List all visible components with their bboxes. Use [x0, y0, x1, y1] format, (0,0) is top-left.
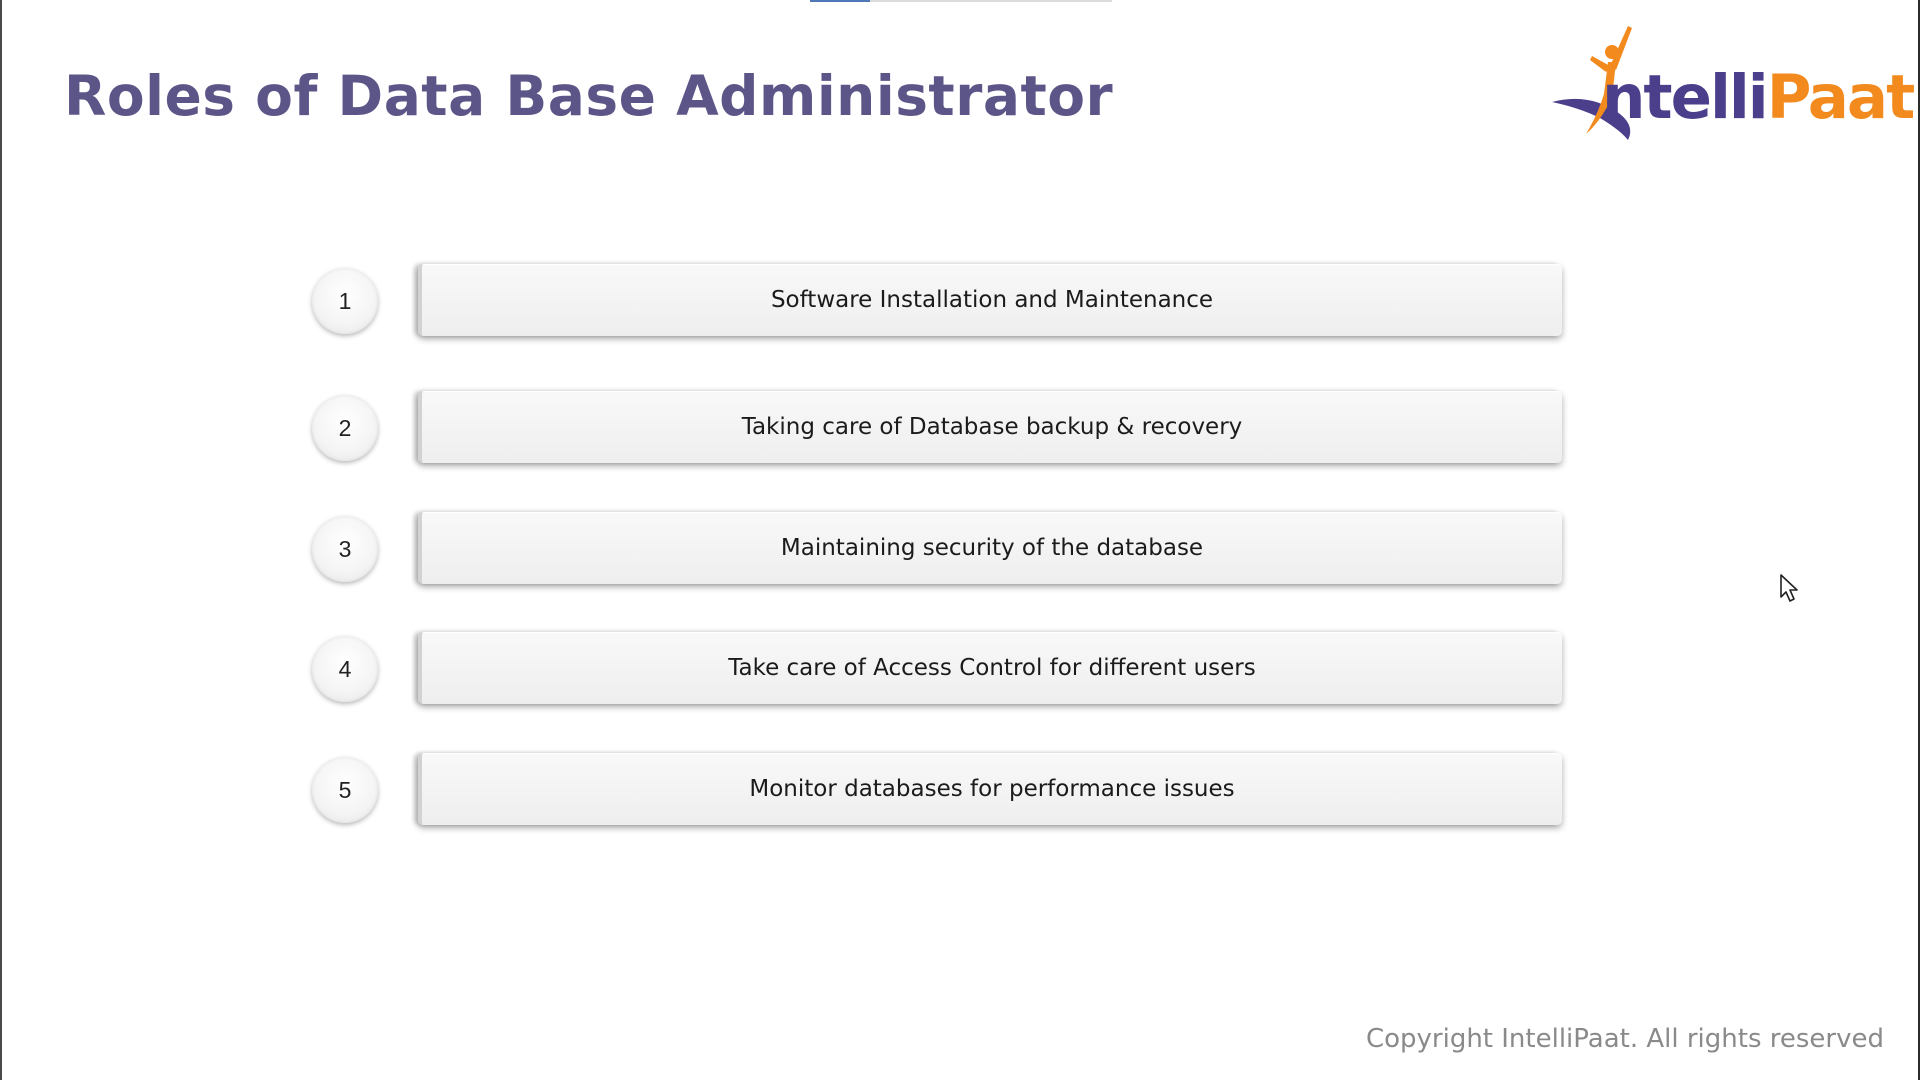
role-number-badge: 4 [312, 636, 378, 702]
role-number-badge: 2 [312, 395, 378, 461]
role-number-badge: 1 [312, 268, 378, 334]
role-number-badge: 5 [312, 757, 378, 823]
list-item: 4 Take care of Access Control for differ… [310, 626, 1580, 712]
copyright-notice: Copyright IntelliPaat. All rights reserv… [1365, 1024, 1884, 1054]
mouse-pointer-icon [1780, 574, 1798, 602]
list-item: 3 Maintaining security of the database [310, 506, 1580, 592]
role-text-box: Monitor databases for performance issues [418, 753, 1562, 825]
role-text-box: Maintaining security of the database [418, 512, 1562, 584]
role-text-box: Take care of Access Control for differen… [418, 632, 1562, 704]
list-item: 1 Software Installation and Maintenance [310, 258, 1580, 344]
role-number-badge: 3 [312, 516, 378, 582]
role-text-box: Software Installation and Maintenance [418, 264, 1562, 336]
presentation-slide: Roles of Data Base Administrator ntelliP… [0, 0, 1918, 1080]
list-item: 2 Taking care of Database backup & recov… [310, 385, 1580, 471]
role-text-box: Taking care of Database backup & recover… [418, 391, 1562, 463]
roles-list: 1 Software Installation and Maintenance … [2, 0, 1920, 1080]
list-item: 5 Monitor databases for performance issu… [310, 747, 1580, 833]
